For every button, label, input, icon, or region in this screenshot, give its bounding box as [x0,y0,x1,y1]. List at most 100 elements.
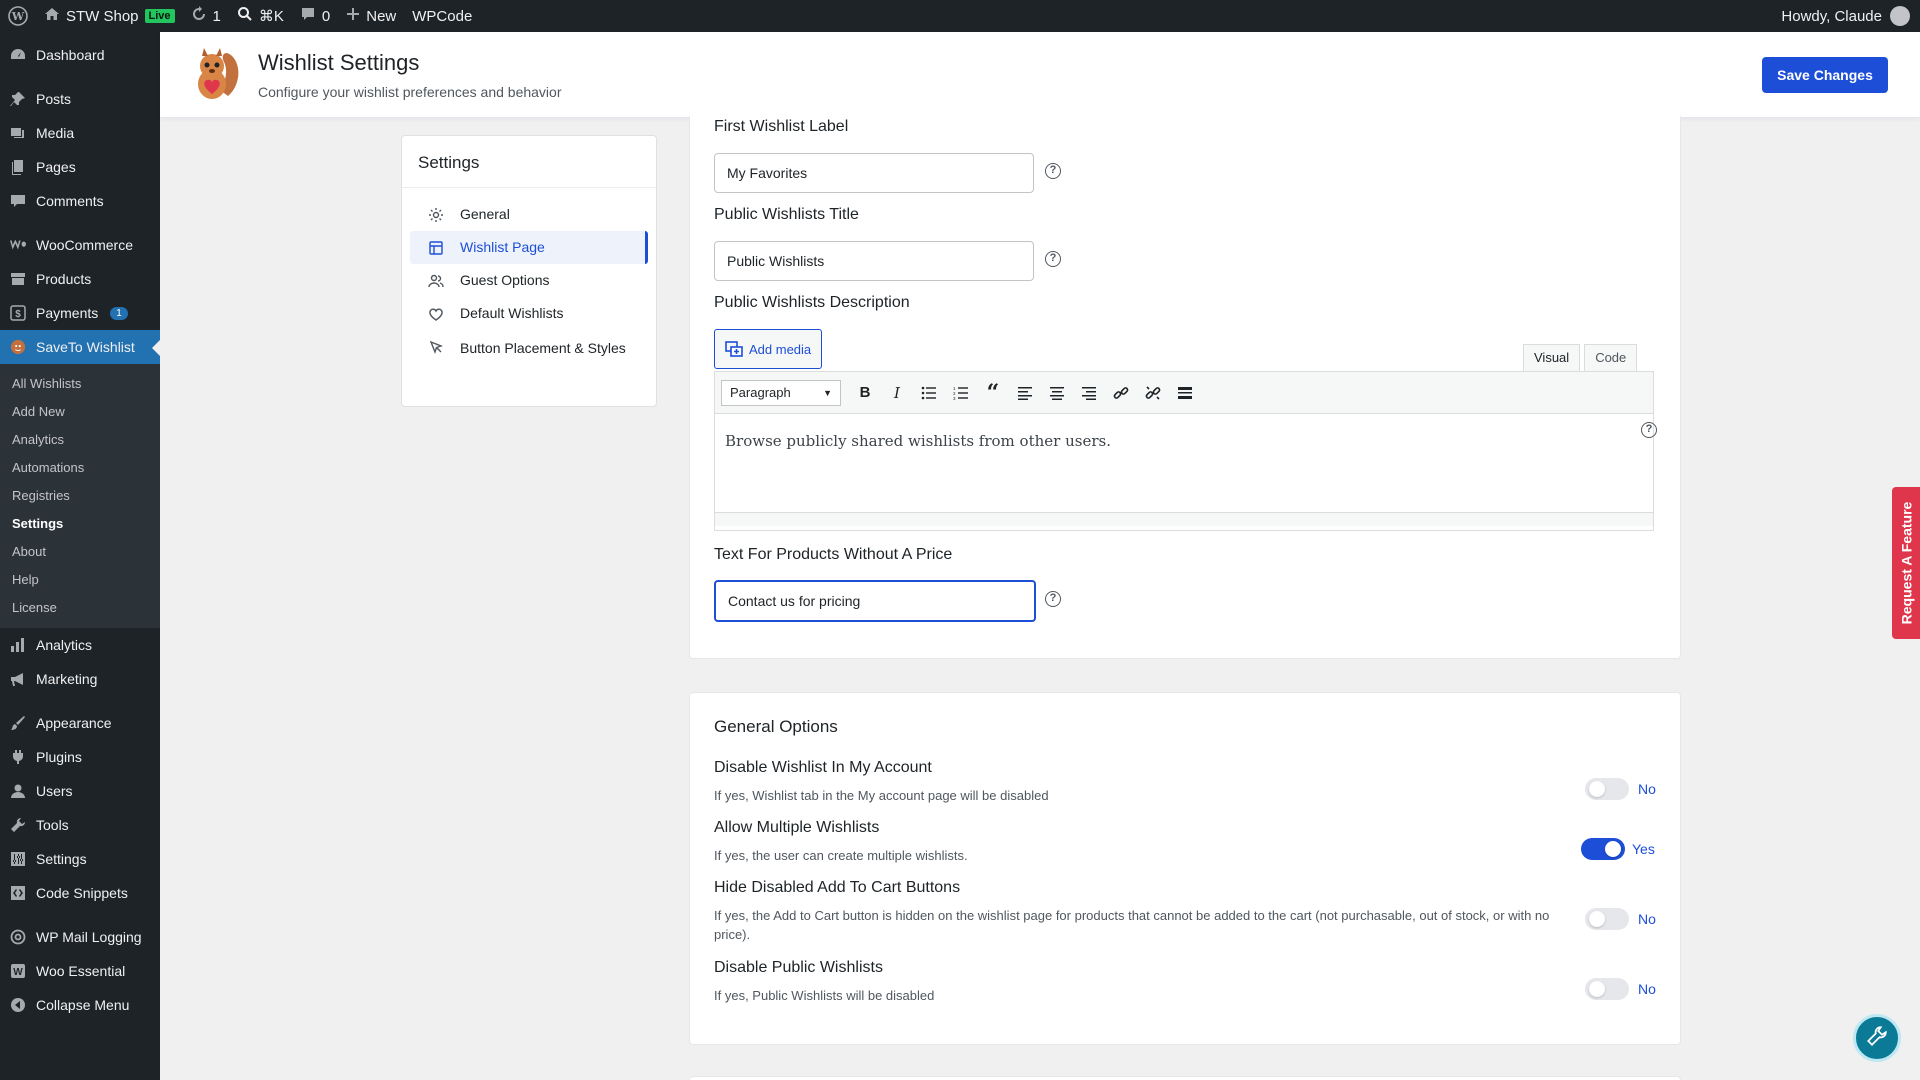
submenu-help[interactable]: Help [0,566,160,594]
help-icon[interactable]: ? [1045,251,1061,267]
numbered-list-icon[interactable]: 123 [947,379,975,407]
menu-appearance[interactable]: Appearance [0,706,160,740]
site-name-link[interactable]: STW Shop Live [36,0,183,32]
option-title: Allow Multiple Wishlists [714,819,880,836]
home-icon [44,6,60,26]
menu-plugins[interactable]: Plugins [0,740,160,774]
first-wishlist-label-input[interactable] [714,153,1034,193]
italic-icon[interactable]: I [883,379,911,407]
my-account[interactable]: Howdy, Claude [1781,6,1920,26]
toggle-allow-multiple-wishlists[interactable] [1581,838,1625,860]
updates-link[interactable]: 1 [183,0,229,32]
wrench-icon [10,817,26,833]
toggle-disable-wishlist-my-account[interactable] [1585,778,1629,800]
admin-sidebar: Dashboard Posts Media Pages Comments Woo… [0,32,160,1080]
plug-icon [10,749,26,765]
heart-icon [428,306,444,322]
menu-woocommerce[interactable]: WooCommerce [0,228,160,262]
link-icon[interactable] [1107,379,1135,407]
unlink-icon[interactable] [1139,379,1167,407]
submenu-add-new[interactable]: Add New [0,398,160,426]
submenu-license[interactable]: License [0,594,160,622]
menu-dashboard[interactable]: Dashboard [0,38,160,72]
menu-woo-essential[interactable]: W Woo Essential [0,954,160,988]
menu-label: Appearance [36,715,112,731]
saveto-submenu: All Wishlists Add New Analytics Automati… [0,364,160,628]
menu-payments[interactable]: $ Payments 1 [0,296,160,330]
submenu-automations[interactable]: Automations [0,454,160,482]
option-description: If yes, the Add to Cart button is hidden… [714,908,1550,942]
submenu-about[interactable]: About [0,538,160,566]
wordpress-logo-icon[interactable]: W [0,0,36,32]
search-shortcut[interactable]: ⌘K [229,0,292,32]
toggle-disable-public-wishlists[interactable] [1585,978,1629,1000]
updates-icon [191,6,207,26]
payments-badge: 1 [110,306,128,320]
nav-wishlist-page[interactable]: Wishlist Page [410,231,648,264]
nav-button-placement[interactable]: Button Placement & Styles [410,330,648,366]
menu-settings[interactable]: Settings [0,842,160,876]
first-wishlist-label-heading: First Wishlist Label [714,118,849,135]
nav-default-wishlists[interactable]: Default Wishlists [410,297,648,330]
general-options-title: General Options [714,717,838,736]
menu-wp-mail-logging[interactable]: WP Mail Logging [0,920,160,954]
help-icon[interactable]: ? [1045,591,1061,607]
align-center-icon[interactable] [1043,379,1071,407]
new-content-link[interactable]: New [338,0,404,32]
public-wishlists-title-input[interactable] [714,241,1034,281]
blockquote-icon[interactable]: “ [979,379,1007,407]
menu-analytics[interactable]: Analytics [0,628,160,662]
tab-visual[interactable]: Visual [1523,344,1581,372]
submenu-analytics[interactable]: Analytics [0,426,160,454]
search-icon [237,6,253,26]
menu-comments[interactable]: Comments [0,184,160,218]
comments-link[interactable]: 0 [292,0,338,32]
align-left-icon[interactable] [1011,379,1039,407]
squirrel-icon [10,339,26,355]
menu-label: Analytics [36,637,93,653]
nav-general[interactable]: General [410,198,648,231]
menu-users[interactable]: Users [0,774,160,808]
toolbar-toggle-icon[interactable] [1171,379,1199,407]
help-icon[interactable]: ? [1045,163,1061,179]
wpcode-link[interactable]: WPCode [404,0,480,32]
help-icon[interactable]: ? [1641,422,1657,438]
menu-posts[interactable]: Posts [0,82,160,116]
menu-label: Dashboard [36,47,105,63]
format-select[interactable]: Paragraph ▼ [721,379,841,406]
tab-code[interactable]: Code [1584,344,1638,372]
description-editor: Paragraph ▼ B I 123 “ Browse publicly sh… [714,371,1654,531]
menu-collapse[interactable]: Collapse Menu [0,988,160,1022]
no-price-text-input[interactable] [714,580,1036,622]
menu-pages[interactable]: Pages [0,150,160,184]
menu-products[interactable]: Products [0,262,160,296]
request-feature-label: Request A Feature [1898,501,1915,625]
svg-text:W: W [11,10,25,23]
editor-resize-handle[interactable] [715,512,1653,526]
menu-label: Pages [36,159,76,175]
add-media-label: Add media [749,341,812,357]
request-feature-tab[interactable]: Request A Feature [1892,487,1920,639]
floating-tools-button[interactable] [1853,1014,1901,1062]
add-media-button[interactable]: Add media [714,329,823,369]
submenu-all-wishlists[interactable]: All Wishlists [0,370,160,398]
wishlist-page-settings-card: First Wishlist Label ? Public Wishlists … [689,116,1681,659]
bold-icon[interactable]: B [851,379,879,407]
submenu-settings[interactable]: Settings [0,510,160,538]
menu-media[interactable]: Media [0,116,160,150]
menu-saveto-wishlist[interactable]: SaveTo Wishlist [0,330,160,364]
new-label: New [366,7,397,25]
bar-chart-icon [10,637,26,653]
nav-guest-options[interactable]: Guest Options [410,264,648,297]
toggle-hide-disabled-add-to-cart[interactable] [1585,908,1629,930]
page-title: Wishlist Settings [258,50,420,75]
align-right-icon[interactable] [1075,379,1103,407]
bullet-list-icon[interactable] [915,379,943,407]
save-changes-button[interactable]: Save Changes [1762,57,1888,93]
option-description: If yes, the user can create multiple wis… [714,848,968,863]
menu-marketing[interactable]: Marketing [0,662,160,696]
submenu-registries[interactable]: Registries [0,482,160,510]
menu-tools[interactable]: Tools [0,808,160,842]
editor-content[interactable]: Browse publicly shared wishlists from ot… [715,414,1653,512]
menu-code-snippets[interactable]: Code Snippets [0,876,160,910]
